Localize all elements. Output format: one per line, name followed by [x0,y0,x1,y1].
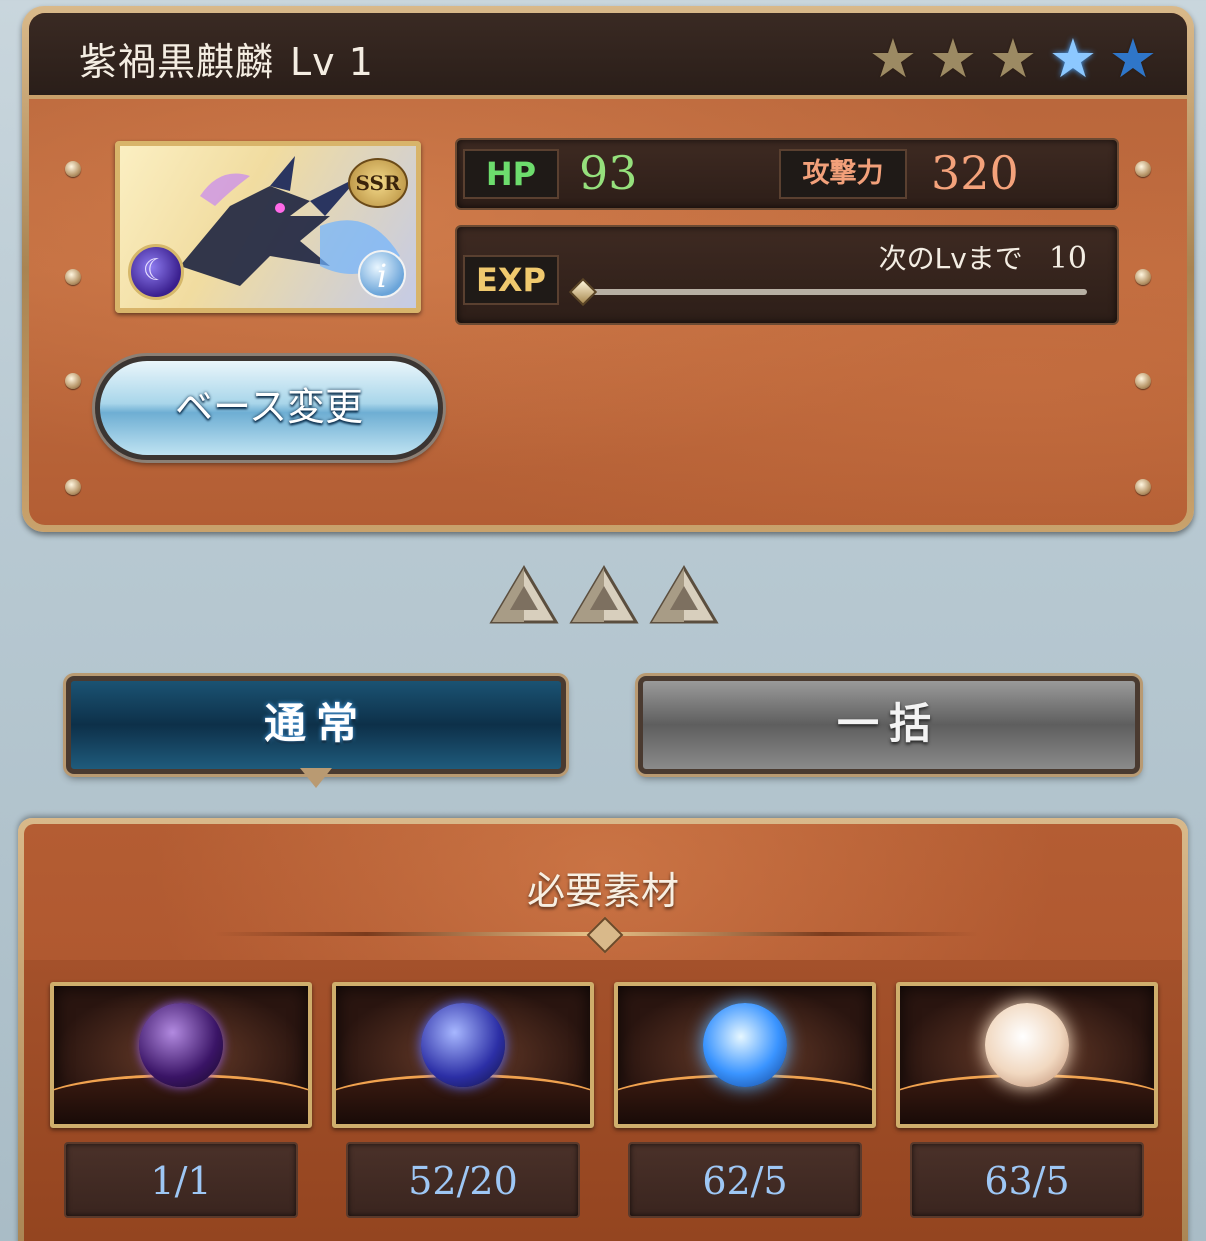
rivet-icon [65,161,81,177]
pyramid-icon [569,565,639,624]
selected-tab-pointer-icon [300,768,332,788]
attack-label: 攻撃力 [779,149,907,199]
material-frame [332,982,594,1128]
star-icon: ★ [928,27,978,90]
exp-bar-knob [568,277,598,307]
material-frame [614,982,876,1128]
material-item[interactable]: 52/20 [332,982,594,1218]
rivet-icon [1135,269,1151,285]
exp-label: EXP [463,255,559,305]
hp-value: 93 [579,146,638,200]
rivet-icon [65,373,81,389]
material-count: 63/5 [910,1142,1144,1218]
next-level-info: 次のLvまで 10 [879,237,1087,277]
violet-gem-icon [421,1003,505,1087]
bulk-mode-tab[interactable]: 一括 [638,676,1140,774]
rivet-icon [65,479,81,495]
status-panel-body: 紫禍黒麒麟 Lv 1 ★ ★ ★ ★ ★ SSR ☾ i ベース変更 HP 93… [29,13,1187,525]
star-icon: ★ [1048,27,1098,90]
rivet-icon [1135,373,1151,389]
blue-sphere-icon [703,1003,787,1087]
info-icon[interactable]: i [358,250,406,298]
material-count: 52/20 [346,1142,580,1218]
materials-title: 必要素材 [526,869,679,913]
character-title: 紫禍黒麒麟 Lv 1 [79,31,374,86]
next-level-value: 10 [1048,241,1087,276]
material-item[interactable]: 62/5 [614,982,876,1218]
character-name: 紫禍黒麒麟 [79,40,275,84]
materials-panel: 必要素材 1/1 52/20 62/5 63/5 [18,818,1188,1241]
base-change-button[interactable]: ベース変更 [95,356,443,460]
rivet-icon [65,269,81,285]
material-frame [50,982,312,1128]
normal-mode-tab[interactable]: 通常 [66,676,566,774]
ornament-icon [586,916,624,954]
pyramid-icon [489,565,559,624]
star-icon: ★ [868,27,918,90]
stats-row: HP 93 攻撃力 320 [455,138,1119,210]
material-count: 62/5 [628,1142,862,1218]
ssr-badge: SSR [348,158,408,208]
material-frame [896,982,1158,1128]
materials-panel-body: 必要素材 1/1 52/20 62/5 63/5 [24,824,1182,1241]
star-icon: ★ [988,27,1038,90]
dark-dragon-orb-icon [139,1003,223,1087]
exp-bar [568,277,1087,307]
uncap-indicator [488,564,720,626]
material-item[interactable]: 1/1 [50,982,312,1218]
rivet-icon [1135,479,1151,495]
character-portrait[interactable]: SSR ☾ i [115,141,421,313]
next-level-label: 次のLvまで [878,242,1023,275]
star-icon: ★ [1108,27,1158,90]
rivet-icon [1135,161,1151,177]
character-level: Lv 1 [290,40,374,84]
attack-value: 320 [931,146,1019,200]
light-sphere-icon [985,1003,1069,1087]
material-item[interactable]: 63/5 [896,982,1158,1218]
status-panel: 紫禍黒麒麟 Lv 1 ★ ★ ★ ★ ★ SSR ☾ i ベース変更 HP 93… [22,6,1194,532]
dark-element-icon: ☾ [128,244,184,300]
pyramid-icon [649,565,719,624]
title-bar: 紫禍黒麒麟 Lv 1 ★ ★ ★ ★ ★ [29,13,1187,99]
material-count: 1/1 [64,1142,298,1218]
star-rating: ★ ★ ★ ★ ★ [867,27,1159,90]
hp-label: HP [463,149,559,199]
exp-row: EXP 次のLvまで 10 [455,225,1119,325]
